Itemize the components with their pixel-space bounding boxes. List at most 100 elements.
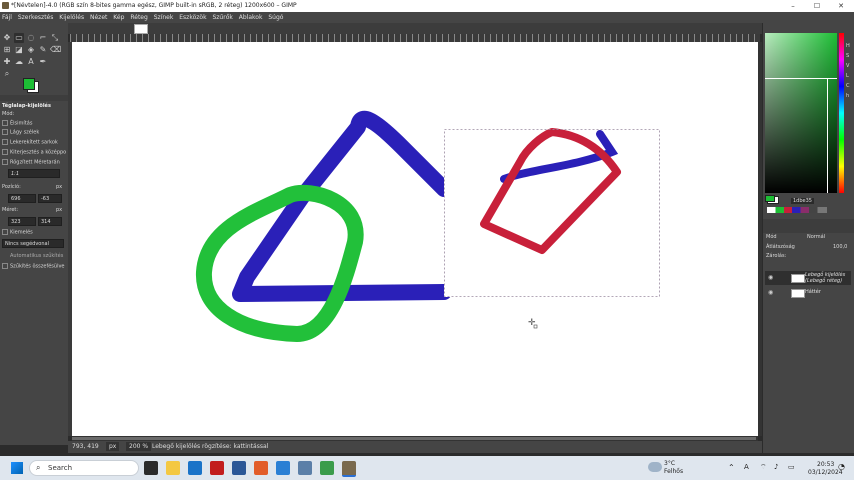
gimp-taskbar-icon[interactable] <box>342 461 356 477</box>
position-unit[interactable]: px <box>56 184 62 190</box>
move-cursor-icon: ✛ <box>528 318 538 329</box>
chevron-up-icon[interactable]: ⌃ <box>728 463 735 472</box>
rect-select-tool-icon[interactable]: ▭ <box>14 33 24 43</box>
chrome-icon[interactable] <box>320 461 334 475</box>
paintbrush-tool-icon[interactable]: ✎ <box>38 45 48 55</box>
move-tool-icon[interactable]: ✥ <box>2 33 12 43</box>
antialias-checkbox[interactable] <box>2 120 8 126</box>
heal-tool-icon[interactable]: ✚ <box>2 57 12 67</box>
app-icon[interactable] <box>298 461 312 475</box>
position-y-input[interactable]: -63 <box>38 194 62 203</box>
vscode-icon[interactable] <box>276 461 290 475</box>
language-icon[interactable]: A <box>744 463 749 471</box>
highlight-label: Kiemelés <box>10 229 33 236</box>
layer-mode-select[interactable]: Normál <box>807 234 825 240</box>
battery-icon[interactable]: ▭ <box>788 463 795 471</box>
zoom-tool-icon[interactable]: ⌕ <box>2 69 12 79</box>
foreground-color-swatch[interactable] <box>23 78 35 90</box>
color-history[interactable] <box>767 207 827 213</box>
horizontal-ruler[interactable] <box>70 34 760 42</box>
fixed-checkbox[interactable] <box>2 159 8 165</box>
expand-center-checkbox[interactable] <box>2 149 8 155</box>
warp-tool-icon[interactable]: ⊞ <box>2 45 12 55</box>
unit-select[interactable]: px <box>106 442 120 451</box>
transform-tool-icon[interactable]: ⤡ <box>50 33 60 43</box>
zoom-select[interactable]: 200 % <box>126 442 152 451</box>
menu-windows[interactable]: Ablakok <box>239 12 263 23</box>
layer-thumbnail <box>791 289 805 298</box>
image-canvas[interactable]: ✛ <box>72 42 758 436</box>
wifi-icon[interactable]: ⌔ <box>760 463 767 472</box>
vertical-scrollbar[interactable] <box>758 42 762 436</box>
feather-checkbox[interactable] <box>2 129 8 135</box>
windows-start-icon[interactable] <box>11 462 23 474</box>
menu-layer[interactable]: Réteg <box>130 12 147 23</box>
brave-icon[interactable] <box>254 461 268 475</box>
lasso-tool-icon[interactable]: ◌ <box>26 33 36 43</box>
size-unit[interactable]: px <box>56 207 62 213</box>
size-w-input[interactable]: 323 <box>8 217 36 226</box>
layer-thumbnail <box>791 274 805 283</box>
crop-tool-icon[interactable]: ⌐ <box>38 33 48 43</box>
file-explorer-icon[interactable] <box>166 461 180 475</box>
antialias-row: Élsimítás <box>2 120 32 127</box>
path-tool-icon[interactable]: ✒ <box>38 57 48 67</box>
menu-filters[interactable]: Szűrők <box>212 12 232 23</box>
layer-name[interactable]: Háttér <box>805 289 821 295</box>
layer-name[interactable]: Lebegő kijelölés (Lebegő réteg) <box>805 272 845 284</box>
menu-colors[interactable]: Színek <box>154 12 174 23</box>
status-bar: 793, 419 px 200 % Lebegő kijelölés rögzí… <box>68 441 762 453</box>
minimize-button[interactable]: – <box>782 0 804 12</box>
eraser-tool-icon[interactable]: ⌫ <box>50 45 61 55</box>
shrink-merged-checkbox[interactable] <box>2 263 8 269</box>
acrobat-icon[interactable] <box>210 461 224 475</box>
picker-crosshair-h <box>765 78 837 79</box>
drawing-surface[interactable]: ✛ <box>72 42 758 436</box>
window-title: *[Névtelen]-4.0 (RGB szín 8-bites gamma … <box>11 2 297 9</box>
menu-tools[interactable]: Eszközök <box>179 12 206 23</box>
menu-select[interactable]: Kijelölés <box>59 12 84 23</box>
fg-mini-swatch[interactable] <box>765 195 775 202</box>
clone-tool-icon[interactable]: ◪ <box>14 45 24 55</box>
fg-hex-field[interactable]: 1dbe35 <box>791 198 814 204</box>
ratio-field[interactable]: 1:1 <box>8 169 60 178</box>
layer-row-floating[interactable]: ◉ Lebegő kijelölés (Lebegő réteg) <box>765 271 851 285</box>
opacity-value[interactable]: 100,0 <box>833 244 847 250</box>
rounded-checkbox[interactable] <box>2 139 8 145</box>
maximize-button[interactable]: ☐ <box>806 0 828 12</box>
taskbar: ⌕ Search 3°C Felhős ⌃ A ⌔ ♪ ▭ 20:53 03/1… <box>0 456 854 480</box>
tool-options-tabs <box>0 95 68 101</box>
horizontal-scrollbar-thumb[interactable] <box>72 437 756 440</box>
smudge-tool-icon[interactable]: ☁ <box>14 57 24 67</box>
menu-help[interactable]: Súgó <box>268 12 283 23</box>
menu-image[interactable]: Kép <box>113 12 124 23</box>
eye-icon[interactable]: ◉ <box>768 274 773 281</box>
weather-icon[interactable] <box>648 462 662 472</box>
highlight-checkbox[interactable] <box>2 229 8 235</box>
close-button[interactable]: ✕ <box>830 0 852 12</box>
bucket-tool-icon[interactable]: ◈ <box>26 45 36 55</box>
auto-shrink-button[interactable]: Automatikus szűkítés <box>10 253 63 259</box>
position-x-input[interactable]: 696 <box>8 194 36 203</box>
menu-view[interactable]: Nézet <box>90 12 107 23</box>
image-tab-thumbnail[interactable] <box>134 24 148 34</box>
layer-row-background[interactable]: ◉ Háttér <box>765 287 851 299</box>
title-bar: *[Névtelen]-4.0 (RGB szín 8-bites gamma … <box>0 0 854 12</box>
taskbar-search[interactable]: ⌕ Search <box>29 460 139 476</box>
task-view-icon[interactable] <box>144 461 158 475</box>
size-h-input[interactable]: 314 <box>38 217 62 226</box>
outlook-icon[interactable] <box>188 461 202 475</box>
clock-time[interactable]: 20:53 <box>817 461 834 468</box>
menu-edit[interactable]: Szerkesztés <box>18 12 54 23</box>
guides-select[interactable]: Nincs segédvonal <box>2 239 64 248</box>
eye-icon[interactable]: ◉ <box>768 289 773 296</box>
text-tool-icon[interactable]: A <box>26 57 36 67</box>
word-icon[interactable] <box>232 461 246 475</box>
search-placeholder: Search <box>48 464 73 472</box>
notifications-icon[interactable]: ◔ <box>838 462 845 471</box>
volume-icon[interactable]: ♪ <box>774 463 778 471</box>
hue-strip[interactable] <box>839 33 844 193</box>
fixed-select[interactable]: Méretarán <box>34 160 60 166</box>
menu-bar: Fájl Szerkesztés Kijelölés Nézet Kép Rét… <box>0 12 854 23</box>
menu-file[interactable]: Fájl <box>2 12 12 23</box>
